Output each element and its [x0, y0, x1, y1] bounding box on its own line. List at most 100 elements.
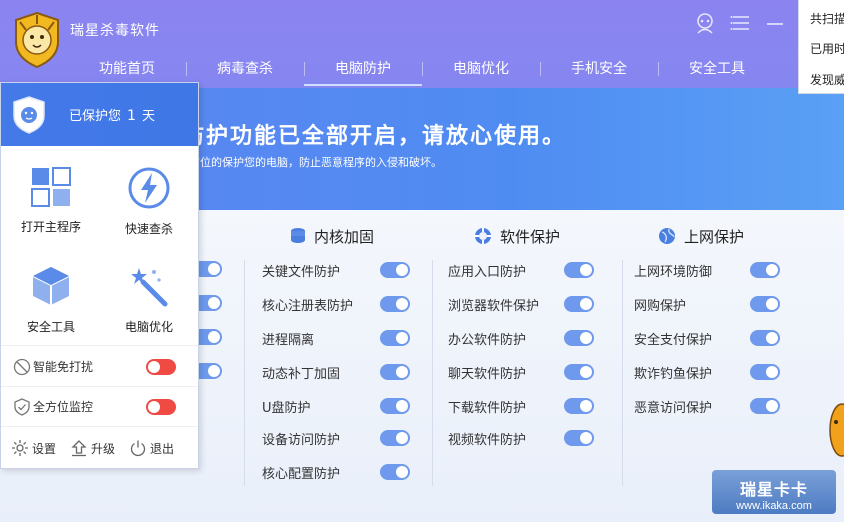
grid-icon: [31, 167, 71, 207]
shield-check-icon: [14, 397, 30, 416]
menu-icon[interactable]: [730, 12, 752, 34]
list-item: 关键文件防护: [262, 261, 410, 280]
toggle-switch[interactable]: [750, 262, 780, 278]
toggle-switch[interactable]: [564, 262, 594, 278]
tab-mobile-security[interactable]: 手机安全: [540, 50, 658, 86]
user-icon[interactable]: [694, 12, 716, 34]
protection-status-header: 已保护您 1 天: [1, 83, 198, 146]
list-item: 设备访问防护: [262, 429, 410, 448]
minimize-icon[interactable]: [764, 12, 786, 34]
magic-wand-icon: [131, 268, 168, 307]
toggle-switch[interactable]: [750, 330, 780, 346]
column-divider: [432, 260, 433, 486]
row-label: 上网环境防御: [634, 264, 713, 280]
footer-label: 设置: [32, 441, 57, 456]
list-item: U盘防护: [262, 397, 410, 416]
list-item: 下载软件防护: [448, 397, 594, 416]
column-software: 软件保护: [474, 224, 560, 248]
toggle-switch[interactable]: [564, 364, 594, 380]
list-item: 聊天软件防护: [448, 363, 594, 382]
row-label: 安全支付保护: [634, 332, 713, 348]
list-item: 网购保护: [634, 295, 780, 314]
row-label: 核心配置防护: [262, 466, 341, 482]
upload-icon: [71, 440, 87, 457]
toggle-switch[interactable]: [750, 398, 780, 414]
security-tools-button[interactable]: 安全工具: [1, 244, 101, 344]
toggle-switch[interactable]: [564, 330, 594, 346]
quick-scan-button[interactable]: 快速查杀: [99, 146, 199, 246]
tile-label: 电脑优化: [124, 320, 173, 334]
main-nav: 功能首页 病毒查杀 电脑防护 电脑优化 手机安全 安全工具: [68, 50, 844, 86]
column-kernel: 内核加固: [290, 224, 374, 248]
column-title: 上网保护: [684, 227, 745, 246]
toggle-switch[interactable]: [380, 464, 410, 480]
protect-days-count: 1: [127, 108, 136, 124]
list-item: 视频软件防护: [448, 429, 594, 448]
toggle-switch[interactable]: [564, 398, 594, 414]
row-label: 设备访问防护: [262, 432, 341, 448]
toggle-switch[interactable]: [380, 262, 410, 278]
row-label: U盘防护: [262, 400, 311, 416]
column-title: 内核加固: [314, 227, 375, 246]
toggle-switch[interactable]: [380, 296, 410, 312]
column-divider: [244, 260, 245, 486]
mascot-icon: [829, 403, 844, 457]
quick-actions-grid: 打开主程序 快速查杀 安全工具 电脑优化: [1, 146, 198, 346]
tab-virus-scan[interactable]: 病毒查杀: [186, 50, 304, 86]
toggle-switch[interactable]: [380, 430, 410, 446]
list-item: 核心配置防护: [262, 463, 410, 482]
tray-popup-menu: 已保护您 1 天 打开主程序 快速查杀 安全工具 电脑优化 智能免打扰 全方位监…: [0, 82, 199, 469]
smart-no-disturb-option: 智能免打扰: [1, 347, 198, 387]
exit-button[interactable]: 退出: [129, 439, 174, 457]
list-item: 应用入口防护: [448, 261, 594, 280]
popup-footer: 设置 升级 退出: [1, 428, 198, 468]
toggle-switch[interactable]: [380, 398, 410, 414]
list-item: 动态补丁加固: [262, 363, 410, 382]
column-title: 软件保护: [500, 227, 561, 246]
shield-lion-icon: [13, 95, 45, 134]
list-item: 核心注册表防护: [262, 295, 410, 314]
row-label: 应用入口防护: [448, 264, 527, 280]
protect-suffix: 天: [141, 109, 155, 124]
database-icon: [291, 228, 305, 243]
pc-optimize-button[interactable]: 电脑优化: [99, 244, 199, 344]
app-title: 瑞星杀毒软件: [70, 23, 160, 39]
smart-no-disturb-toggle[interactable]: [146, 358, 176, 375]
tab-security-tools[interactable]: 安全工具: [658, 50, 776, 86]
toggle-switch[interactable]: [380, 364, 410, 380]
row-label: 进程隔离: [262, 332, 315, 348]
tab-home[interactable]: 功能首页: [68, 50, 186, 86]
full-monitor-option: 全方位监控: [1, 387, 198, 427]
list-item: 欺诈钓鱼保护: [634, 363, 780, 382]
footer-label: 升级: [91, 441, 116, 456]
toggle-switch[interactable]: [564, 430, 594, 446]
row-label: 办公软件防护: [448, 332, 527, 348]
row-label: 视频软件防护: [448, 432, 527, 448]
no-disturb-icon: [13, 358, 31, 375]
tab-pc-protection[interactable]: 电脑防护: [304, 50, 422, 86]
list-item: 浏览器软件保护: [448, 295, 594, 314]
list-item: 办公软件防护: [448, 329, 594, 348]
tooltip-line: 已用时: [810, 42, 844, 56]
toggle-switch[interactable]: [750, 296, 780, 312]
tooltip-line: 发现威: [810, 73, 844, 87]
tile-label: 快速查杀: [124, 222, 173, 236]
row-label: 聊天软件防护: [448, 366, 527, 382]
column-divider: [622, 260, 623, 486]
open-main-program-button[interactable]: 打开主程序: [1, 146, 101, 246]
full-monitor-toggle[interactable]: [146, 398, 176, 415]
tile-label: 打开主程序: [20, 220, 81, 234]
tab-pc-optimize[interactable]: 电脑优化: [422, 50, 540, 86]
toggle-switch[interactable]: [380, 330, 410, 346]
upgrade-button[interactable]: 升级: [70, 439, 115, 457]
row-label: 浏览器软件保护: [448, 298, 540, 314]
toggle-switch[interactable]: [750, 364, 780, 380]
list-item: 安全支付保护: [634, 329, 780, 348]
settings-button[interactable]: 设置: [11, 439, 56, 457]
toggle-switch[interactable]: [564, 296, 594, 312]
watermark-url: www.ikaka.com: [736, 500, 812, 512]
gear-icon: [12, 440, 28, 456]
row-label: 下载软件防护: [448, 400, 527, 416]
watermark-brand: 瑞星卡卡: [739, 480, 808, 499]
row-label: 恶意访问保护: [634, 400, 713, 416]
